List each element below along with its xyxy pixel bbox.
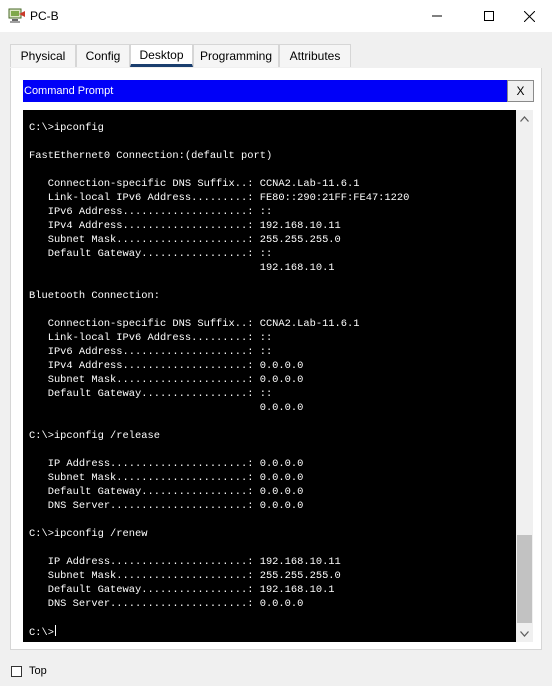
chevron-down-icon	[520, 630, 529, 637]
maximize-icon	[484, 11, 494, 21]
chevron-up-icon	[520, 115, 529, 122]
terminal-scrollbar[interactable]	[516, 110, 533, 642]
top-checkbox-label: Top	[29, 665, 47, 677]
tab-physical[interactable]: Physical	[10, 44, 76, 67]
command-prompt-title: Command Prompt	[23, 80, 507, 102]
minimize-icon	[432, 15, 442, 17]
tab-bar: Physical Config Desktop Programming Attr…	[10, 44, 540, 69]
tab-attributes[interactable]: Attributes	[279, 44, 351, 67]
command-prompt-close-button[interactable]: X	[507, 80, 534, 102]
tab-desktop[interactable]: Desktop	[130, 44, 193, 67]
terminal-lines: C:\>ipconfig FastEthernet0 Connection:(d…	[29, 122, 410, 639]
terminal-output[interactable]: C:\>ipconfig FastEthernet0 Connection:(d…	[23, 110, 516, 642]
pc-app-icon	[8, 8, 25, 23]
text-cursor	[54, 625, 56, 636]
scroll-up-button[interactable]	[516, 110, 533, 127]
close-button[interactable]	[506, 0, 552, 32]
terminal-text: C:\>ipconfig FastEthernet0 Connection:(d…	[29, 121, 409, 640]
close-icon	[523, 10, 535, 22]
minimize-button[interactable]	[414, 0, 460, 32]
top-checkbox[interactable]	[11, 666, 22, 677]
scroll-down-button[interactable]	[516, 625, 533, 642]
window-title: PC-B	[30, 9, 59, 23]
title-bar: PC-B	[0, 0, 552, 32]
tab-config[interactable]: Config	[76, 44, 130, 67]
tab-programming[interactable]: Programming	[193, 44, 279, 67]
scrollbar-thumb[interactable]	[517, 535, 532, 623]
